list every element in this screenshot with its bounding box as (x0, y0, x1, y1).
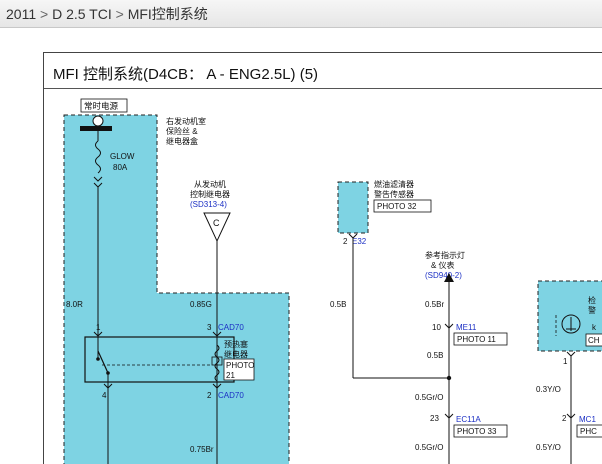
ec11a-photo: PHOTO 33 (457, 427, 497, 436)
fuel-filter-pin: 2 (343, 237, 348, 246)
breadcrumb-separator: > (40, 6, 49, 22)
ecm-ref-code[interactable]: (SD313-4) (190, 200, 227, 209)
right-pin2: 2 (562, 414, 567, 423)
relay-label-line2: 继电器 (224, 349, 248, 359)
fusebox-label-line3: 继电器盒 (166, 136, 198, 146)
relay-pin1: 1 (96, 323, 101, 332)
relay-pin4: 4 (102, 391, 107, 400)
fuel-filter-label-line1: 燃油滤清器 (374, 179, 414, 189)
terminal-circle (92, 115, 104, 127)
ecm-ref-line1: 从发动机 (194, 179, 226, 189)
wire-label-0-5GrO-2: 0.5Gr/O (415, 443, 443, 452)
fuel-filter-label-line2: 警告传感器 (374, 189, 414, 199)
indicator-ref-code[interactable]: (SD940-2) (425, 271, 462, 280)
fuel-filter-photo: PHOTO 32 (377, 202, 417, 211)
right-ch: CH (588, 336, 600, 345)
relay-pin3: 3 (207, 323, 212, 332)
fuse-rating: 80A (113, 163, 128, 172)
fusebox-label-line2: 保险丝 & (166, 126, 198, 136)
splice-point (446, 375, 452, 381)
relay-photo-no: 21 (226, 371, 235, 380)
right-mc-conn[interactable]: MC1 (579, 415, 596, 424)
wire-label-0-5Br: 0.5Br (425, 300, 444, 309)
right-phc: PHC (580, 427, 597, 436)
right-label-line2: 警 (588, 305, 596, 315)
right-pin1: 1 (563, 357, 568, 366)
relay-conn-bottom[interactable]: CAD70 (218, 391, 244, 400)
breadcrumb-year[interactable]: 2011 (6, 6, 36, 22)
wire-label-0-5B-left: 0.5B (330, 300, 346, 309)
ec11a-pin: 23 (430, 414, 439, 423)
fuel-filter-conn[interactable]: E32 (352, 237, 367, 246)
relay-pin2: 2 (207, 391, 212, 400)
relay-conn-top[interactable]: CAD70 (218, 323, 244, 332)
breadcrumb: 2011 > D 2.5 TCI > MFI控制系统 (6, 4, 208, 24)
wiring-diagram: 常时电源 GLOW 80A 右发动机室 保险丝 & 继电器盒 8.0R 从发动机… (63, 98, 602, 464)
wire-label-0-5GrO-1: 0.5Gr/O (415, 393, 443, 402)
breadcrumb-model[interactable]: D 2.5 TCI (52, 6, 112, 22)
wire-label-0-75Br: 0.75Br (190, 445, 214, 454)
breadcrumb-bar: 2011 > D 2.5 TCI > MFI控制系统 (0, 0, 602, 28)
wire-label-0-3YO: 0.3Y/O (536, 385, 561, 394)
connector-c-label: C (213, 218, 220, 228)
busbar (80, 126, 112, 131)
wiring-diagram-panel: MFI 控制系统(D4CB： A - ENG2.5L) (5) 常时电源 GLO… (43, 52, 602, 464)
me11-pin: 10 (432, 323, 441, 332)
wire-label-0-5YO: 0.5Y/O (536, 443, 561, 452)
me11-conn[interactable]: ME11 (456, 323, 477, 332)
hot-label: 常时电源 (84, 101, 119, 111)
ecm-ref-line2: 控制继电器 (190, 189, 230, 199)
wire-label-8-0R: 8.0R (66, 300, 83, 309)
relay-label-line1: 预热塞 (224, 339, 248, 349)
breadcrumb-section[interactable]: MFI控制系统 (128, 6, 208, 22)
fuel-filter-sensor (337, 181, 369, 234)
right-label-line1: 检 (588, 295, 596, 305)
ec11a-conn[interactable]: EC11A (456, 415, 481, 424)
fuse-name: GLOW (110, 152, 135, 161)
breadcrumb-separator: > (115, 6, 124, 22)
relay-photo: PHOTO (226, 361, 254, 370)
indicator-ref-line1: 参考指示灯 (425, 250, 465, 260)
fusebox-label-line1: 右发动机室 (166, 116, 206, 126)
wire-label-0-85G: 0.85G (190, 300, 212, 309)
wire-label-0-5B-mid: 0.5B (427, 351, 443, 360)
indicator-ref-line2: & 仪表 (431, 260, 455, 270)
me11-photo: PHOTO 11 (457, 335, 496, 344)
